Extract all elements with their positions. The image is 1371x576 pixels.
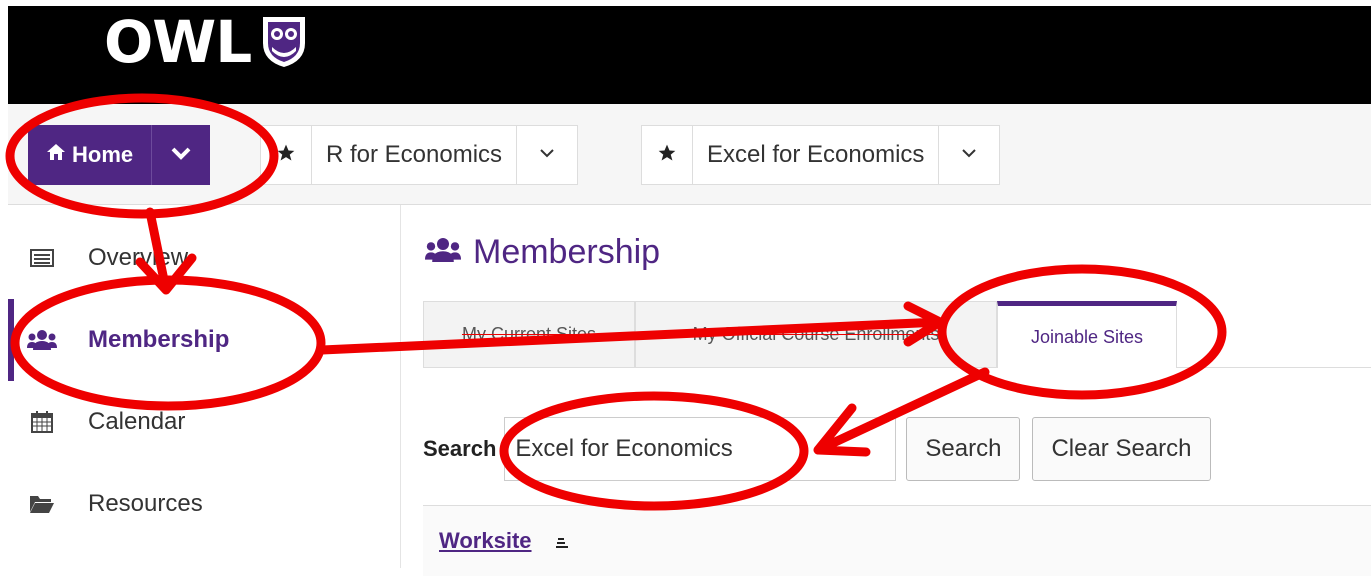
favorite-toggle[interactable] [261, 126, 312, 184]
main-content: Membership My Current Sites My Official … [401, 205, 1371, 576]
membership-tabs: My Current Sites My Official Course Enro… [423, 301, 1371, 368]
tab-label: My Official Course Enrollments [692, 324, 940, 344]
top-banner: OWL [8, 6, 1371, 104]
users-icon [425, 236, 461, 269]
search-button[interactable]: Search [906, 417, 1021, 481]
favorite-site-r-for-economics[interactable]: R for Economics [260, 125, 579, 185]
home-site-button[interactable]: Home [28, 125, 211, 185]
site-link[interactable]: Excel for Economics [693, 126, 940, 184]
site-navigation: Home R for Economics Excel for Economics [8, 104, 1371, 205]
page-title: Membership [425, 233, 660, 272]
tool-item-resources[interactable]: Resources [8, 463, 400, 545]
tab-my-current-sites[interactable]: My Current Sites [423, 301, 635, 367]
search-label: Search [423, 436, 497, 461]
tool-label: Overview [88, 244, 189, 271]
tool-label: Membership [88, 326, 230, 353]
tab-joinable-sites[interactable]: Joinable Sites [997, 301, 1177, 368]
calendar-icon [24, 411, 60, 433]
home-link[interactable]: Home [28, 125, 153, 185]
favorite-toggle[interactable] [642, 126, 693, 184]
search-input[interactable] [504, 417, 897, 481]
site-link[interactable]: R for Economics [312, 126, 518, 184]
folder-icon [24, 494, 60, 514]
tab-my-official-course-enrollments[interactable]: My Official Course Enrollments [635, 301, 997, 367]
tool-menu: Overview Membership Calendar Resources [8, 205, 401, 568]
tool-item-membership[interactable]: Membership [8, 299, 400, 381]
page-title-text: Membership [473, 233, 661, 271]
home-label: Home [72, 142, 134, 167]
tab-label: My Current Sites [461, 324, 597, 344]
star-icon [657, 143, 677, 168]
chevron-down-icon [171, 146, 191, 165]
worksite-column-header[interactable]: Worksite [439, 528, 532, 554]
site-dropdown-toggle[interactable] [939, 126, 999, 184]
home-dropdown-toggle[interactable] [152, 125, 210, 185]
search-row: Search Search Clear Search [423, 417, 1211, 481]
home-icon [46, 143, 66, 167]
chevron-down-icon [961, 146, 977, 164]
tool-item-overview[interactable]: Overview [8, 217, 400, 299]
site-dropdown-toggle[interactable] [517, 126, 577, 184]
star-icon [276, 143, 296, 168]
tab-label: Joinable Sites [1030, 326, 1144, 347]
clear-search-button[interactable]: Clear Search [1032, 417, 1211, 481]
overview-icon [24, 248, 60, 268]
logo-text: OWL [104, 8, 252, 76]
results-table-header: Worksite [423, 505, 1371, 576]
favorite-site-excel-for-economics[interactable]: Excel for Economics [641, 125, 1001, 185]
tool-label: Resources [88, 490, 203, 517]
tool-label: Calendar [88, 408, 186, 435]
users-icon [24, 329, 60, 351]
owl-shield-icon [259, 13, 309, 74]
sort-icon[interactable] [555, 536, 569, 555]
owl-logo[interactable]: OWL [104, 10, 309, 74]
tool-item-calendar[interactable]: Calendar [8, 381, 400, 463]
chevron-down-icon [539, 146, 555, 164]
